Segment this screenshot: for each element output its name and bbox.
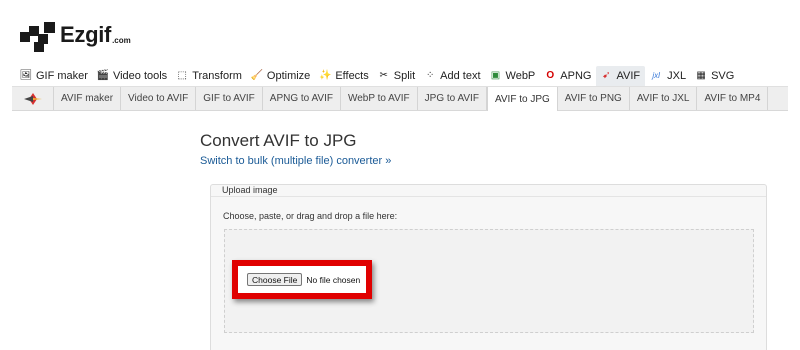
nav-transform[interactable]: ⬚ Transform [172, 66, 247, 86]
transform-icon: ⬚ [177, 70, 187, 81]
nav-label: JXL [667, 70, 687, 82]
nav-video-tools[interactable]: 🎬 Video tools [93, 66, 172, 86]
nav-webp[interactable]: ▣ WebP [486, 66, 541, 86]
panel-divider [211, 196, 766, 197]
avif-icon: ➹ [602, 70, 611, 81]
nav-effects[interactable]: ✨ Effects [315, 66, 373, 86]
magic-wand-icon: ✨ [319, 70, 332, 81]
bulk-converter-link[interactable]: Switch to bulk (multiple file) converter… [200, 155, 391, 167]
upload-legend: Upload image [222, 185, 278, 195]
nav-add-text[interactable]: ⁘ Add text [420, 66, 485, 86]
nav-label: AVIF [616, 70, 641, 82]
webp-icon: ▣ [490, 70, 501, 81]
nav-apng[interactable]: O APNG [540, 66, 596, 86]
jxl-icon: jxl [652, 71, 660, 80]
logo-text[interactable]: Ezgif [60, 22, 111, 48]
nav-label: GIF maker [36, 70, 88, 82]
nav-label: Effects [335, 70, 369, 82]
sub-nav: AVIF maker Video to AVIF GIF to AVIF APNG t… [12, 86, 788, 111]
subnav-item[interactable]: AVIF maker [54, 87, 122, 110]
nav-split[interactable]: ✂ Split [374, 66, 420, 86]
subnav-item[interactable]: Video to AVIF [121, 87, 197, 110]
text-icon: ⁘ [425, 70, 435, 81]
broom-icon: 🧹 [250, 70, 264, 81]
avif-logo-icon [23, 92, 42, 105]
subnav-item[interactable]: GIF to AVIF [196, 87, 263, 110]
subnav-item[interactable]: AVIF to PNG [558, 87, 630, 110]
nav-label: Transform [192, 70, 242, 82]
main-nav: 🖼 GIF maker 🎬 Video tools ⬚ Transform 🧹 Optimiz… [16, 66, 739, 86]
nav-label: Optimize [266, 70, 311, 82]
nav-label: Video tools [112, 70, 168, 82]
logo-suffix: .com [112, 35, 131, 45]
nav-gif-maker[interactable]: 🖼 GIF maker [16, 66, 93, 86]
film-image-icon: 🖼 [19, 70, 33, 81]
choose-file-button[interactable]: Choose File [247, 273, 303, 286]
nav-svg[interactable]: ▦ SVG [691, 66, 739, 86]
file-status-text: No file chosen [306, 274, 361, 285]
nav-label: APNG [560, 70, 592, 82]
nav-label: SVG [711, 70, 735, 82]
nav-label: Add text [440, 70, 481, 82]
subnav-item[interactable]: AVIF to JPG [486, 87, 558, 111]
nav-optimize[interactable]: 🧹 Optimize [247, 66, 315, 86]
subnav-item[interactable]: AVIF to MP4 [697, 87, 769, 110]
subnav-item[interactable]: WebP to AVIF [341, 87, 418, 110]
site-header: Ezgif .com [20, 18, 131, 52]
subnav-item[interactable]: JPG to AVIF [418, 87, 487, 110]
avif-home-button[interactable] [12, 87, 54, 110]
nav-avif[interactable]: ➹ AVIF [596, 66, 646, 86]
highlight-box: Choose File No file chosen [232, 260, 372, 299]
nav-label: Split [393, 70, 416, 82]
svg-icon: ▦ [696, 70, 706, 81]
subnav-item[interactable]: APNG to AVIF [263, 87, 341, 110]
nav-label: WebP [505, 70, 536, 82]
ezgif-logo-icon[interactable] [20, 18, 56, 52]
subnav-item[interactable]: AVIF to JXL [630, 87, 698, 110]
page-title: Convert AVIF to JPG [200, 131, 357, 150]
upload-instructions: Choose, paste, or drag and drop a file h… [223, 211, 398, 221]
clapperboard-icon: 🎬 [96, 70, 110, 81]
nav-jxl[interactable]: jxl JXL [645, 66, 691, 86]
scissors-icon: ✂ [379, 70, 388, 81]
apng-icon: O [546, 70, 555, 81]
